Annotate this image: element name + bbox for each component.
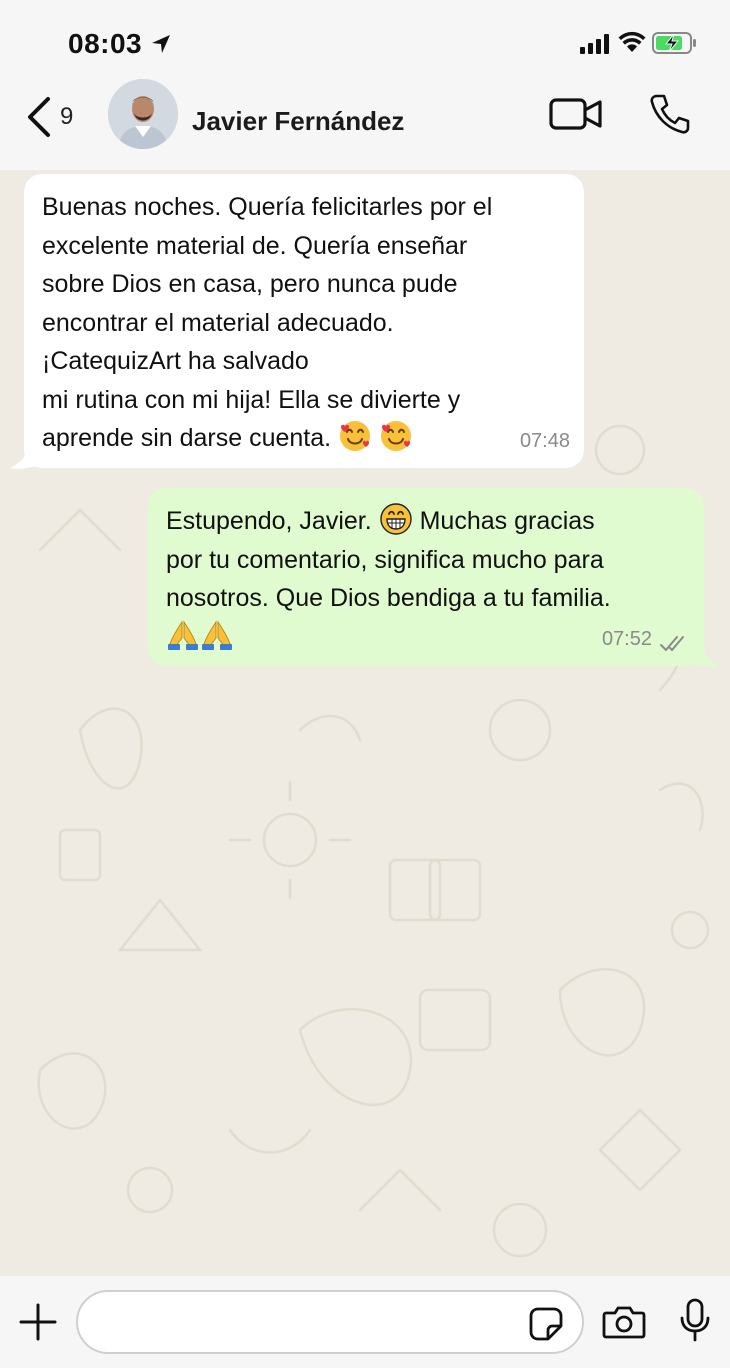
chat-header: 9 Javier Fernández bbox=[0, 79, 730, 170]
smiling-face-with-hearts-icon bbox=[381, 421, 411, 451]
folded-hands-icon bbox=[202, 619, 232, 650]
folded-hands-icon bbox=[168, 619, 198, 650]
unread-count: 9 bbox=[60, 103, 74, 130]
message-input-field[interactable] bbox=[76, 1290, 584, 1354]
message-line: sobre Dios en casa, pero nunca pude bbox=[42, 270, 458, 298]
status-time: 08:03 bbox=[68, 28, 143, 59]
message-text: Estupendo, Javier. bbox=[166, 507, 372, 535]
wifi-icon bbox=[618, 31, 646, 52]
video-call-icon[interactable] bbox=[548, 94, 604, 134]
cellular-signal-icon bbox=[580, 34, 609, 54]
chevron-left-icon bbox=[28, 97, 50, 137]
message-input[interactable] bbox=[98, 1304, 518, 1342]
location-arrow-icon bbox=[152, 35, 170, 53]
message-line-last: aprende sin darse cuenta. bbox=[42, 419, 564, 458]
message-timestamp: 07:52 bbox=[601, 627, 652, 650]
message-timestamp: 07:48 bbox=[519, 429, 570, 452]
sticker-icon[interactable] bbox=[528, 1306, 564, 1342]
double-check-icon bbox=[660, 636, 684, 651]
back-button[interactable]: 9 bbox=[24, 92, 94, 142]
avatar[interactable] bbox=[108, 79, 178, 149]
smiling-face-with-hearts-icon bbox=[340, 421, 371, 451]
message-line: Buenas noches. Quería felicitarles por e… bbox=[42, 193, 493, 221]
microphone-icon[interactable] bbox=[678, 1298, 712, 1342]
composer-bar bbox=[0, 1276, 730, 1368]
contact-name[interactable]: Javier Fernández bbox=[192, 106, 404, 137]
message-text: aprende sin darse cuenta. bbox=[42, 424, 332, 452]
bubble-tail-incoming bbox=[10, 452, 38, 469]
status-bar: 08:03 bbox=[0, 0, 730, 86]
message-line: ¡CatequizArt ha salvado bbox=[42, 347, 309, 375]
message-line: excelente material de. Quería enseñar bbox=[42, 231, 468, 260]
grinning-face-icon bbox=[379, 503, 412, 535]
avatar-photo-icon bbox=[108, 79, 178, 149]
plus-icon[interactable] bbox=[18, 1302, 58, 1342]
phone-call-icon[interactable] bbox=[648, 92, 692, 136]
message-line: encontrar el material adecuado. bbox=[42, 308, 394, 337]
message-line: nosotros. Que Dios bendiga a tu familia. bbox=[166, 584, 611, 612]
message-text: Muchas gracias bbox=[419, 507, 595, 535]
battery-charging-icon bbox=[652, 32, 696, 54]
message-bubble-outgoing[interactable]: Estupendo, Javier. Muchas gracias por tu… bbox=[148, 488, 704, 666]
message-line: por tu comentario, significa mucho para bbox=[166, 545, 604, 574]
message-bubble-incoming[interactable]: Buenas noches. Quería felicitarles por e… bbox=[24, 174, 584, 468]
bubble-tail-outgoing bbox=[692, 650, 720, 667]
camera-icon[interactable] bbox=[602, 1304, 646, 1340]
message-line: Estupendo, Javier. Muchas gracias bbox=[166, 502, 684, 541]
message-line: mi rutina con mi hija! Ella se divierte … bbox=[42, 385, 461, 414]
chat-area[interactable]: Buenas noches. Quería felicitarles por e… bbox=[0, 170, 730, 1276]
